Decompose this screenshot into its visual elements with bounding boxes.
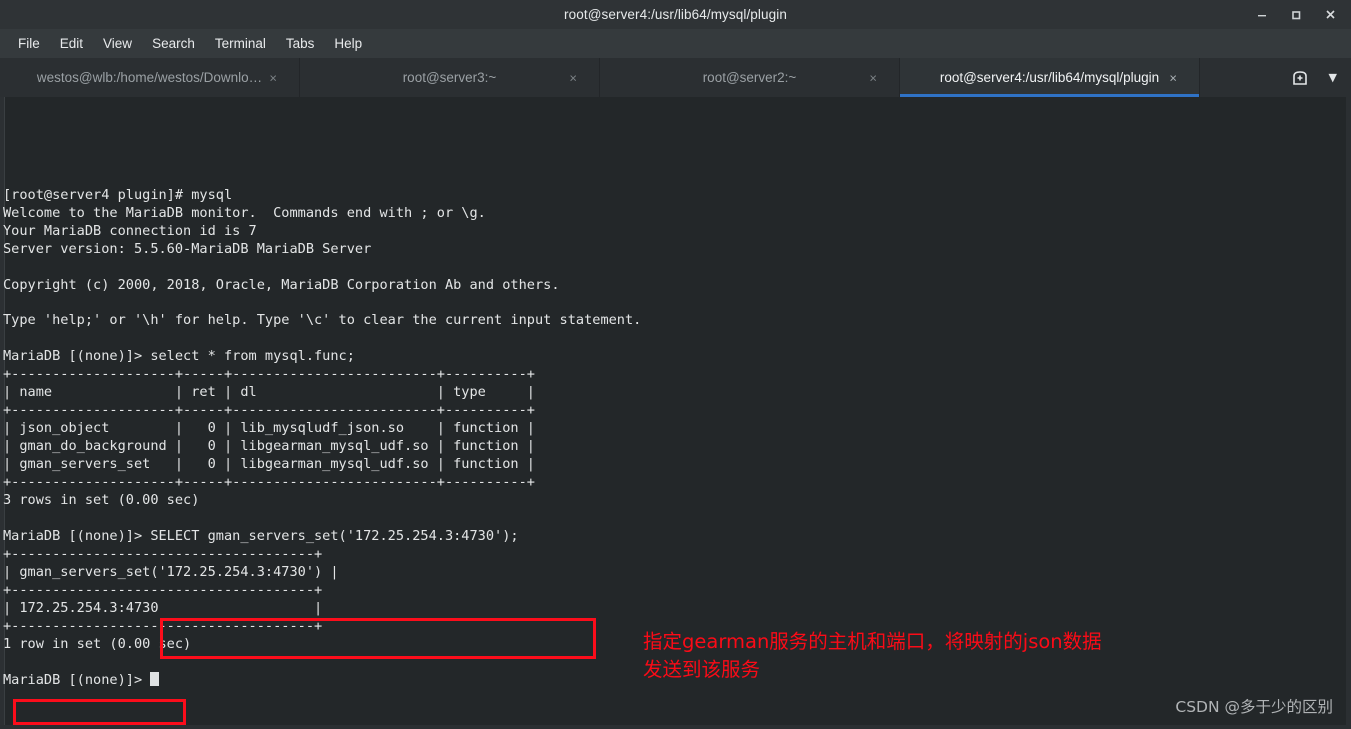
tab-close-icon[interactable]: × (569, 71, 577, 84)
terminal-body[interactable]: [root@server4 plugin]# mysql Welcome to … (0, 97, 1351, 729)
new-tab-icon[interactable] (1291, 69, 1309, 87)
window-title: root@server4:/usr/lib64/mysql/plugin (564, 7, 787, 22)
menu-item-help[interactable]: Help (324, 33, 372, 54)
terminal-cursor (150, 671, 159, 686)
maximize-icon[interactable] (1279, 0, 1313, 29)
terminal-scrollbar[interactable] (1346, 97, 1351, 729)
menu-item-view[interactable]: View (93, 33, 142, 54)
watermark: CSDN @多于少的区别 (1175, 698, 1333, 716)
tab-close-icon[interactable]: × (869, 71, 877, 84)
tab-root-server3[interactable]: root@server3:~ × (300, 58, 600, 97)
tab-close-icon[interactable]: × (269, 71, 277, 84)
annotation-line-2: 发送到该服务 (643, 658, 761, 681)
tab-westos-downloads[interactable]: westos@wlb:/home/westos/Downlo… × (0, 58, 300, 97)
annotation-line-1: 指定gearman服务的主机和端口，将映射的json数据 (643, 630, 1102, 653)
menu-item-edit[interactable]: Edit (50, 33, 93, 54)
window-controls (1245, 0, 1347, 29)
tab-label: root@server2:~ (702, 70, 797, 85)
menu-item-terminal[interactable]: Terminal (205, 33, 276, 54)
menu-item-tabs[interactable]: Tabs (276, 33, 325, 54)
terminal-window: root@server4:/usr/lib64/mysql/plugin Fil… (0, 0, 1351, 729)
tab-root-server4-plugin[interactable]: root@server4:/usr/lib64/mysql/plugin × (900, 58, 1200, 97)
annotation-note: 指定gearman服务的主机和端口，将映射的json数据 发送到该服务 (643, 628, 1223, 684)
title-bar: root@server4:/usr/lib64/mysql/plugin (0, 0, 1351, 29)
close-icon[interactable] (1313, 0, 1347, 29)
tab-bar-actions: ▼ (1291, 58, 1351, 97)
terminal-bottom-edge (0, 725, 1351, 729)
menu-bar: File Edit View Search Terminal Tabs Help (0, 29, 1351, 58)
tab-label: root@server4:/usr/lib64/mysql/plugin (939, 70, 1160, 85)
tab-bar: westos@wlb:/home/westos/Downlo… × root@s… (0, 58, 1351, 97)
tab-label: westos@wlb:/home/westos/Downlo… (36, 70, 263, 85)
tab-close-icon[interactable]: × (1169, 71, 1177, 84)
minimize-icon[interactable] (1245, 0, 1279, 29)
tab-label: root@server3:~ (402, 70, 497, 85)
highlight-box-result-value (13, 699, 186, 725)
terminal-output: [root@server4 plugin]# mysql Welcome to … (3, 186, 642, 688)
chevron-down-icon[interactable]: ▼ (1323, 71, 1343, 84)
menu-item-search[interactable]: Search (142, 33, 205, 54)
menu-item-file[interactable]: File (8, 33, 50, 54)
tab-root-server2[interactable]: root@server2:~ × (600, 58, 900, 97)
